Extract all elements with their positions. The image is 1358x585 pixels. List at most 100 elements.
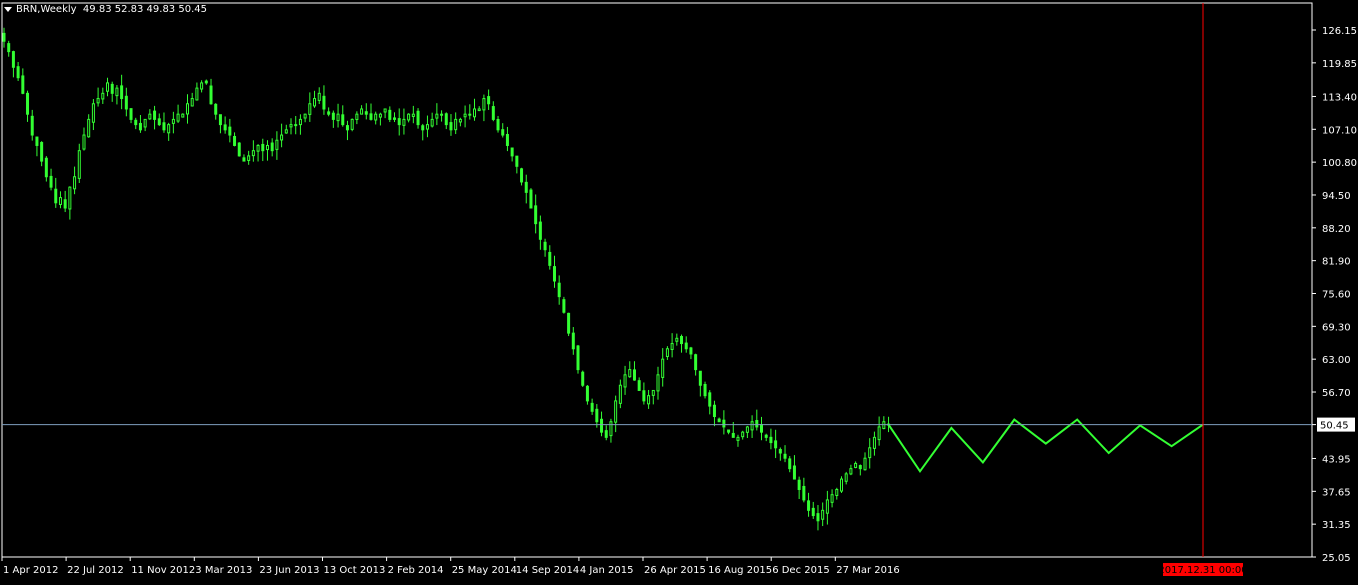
candle-body (661, 358, 665, 378)
candle-body (360, 108, 364, 115)
candle-body (510, 147, 514, 157)
candle-body (769, 436, 773, 444)
candle-body (491, 106, 495, 120)
candle-body (628, 369, 632, 378)
chevron-down-icon[interactable] (4, 6, 12, 12)
candle-body (261, 143, 265, 152)
candle-body (407, 113, 411, 121)
candle-body (797, 479, 801, 490)
candle-body (557, 282, 561, 298)
candle-body (684, 342, 688, 350)
candle-body (538, 221, 542, 240)
time-tick-label: 14 Sep 2014 (516, 565, 579, 576)
candle-body (106, 82, 110, 92)
candle-body (228, 126, 232, 136)
time-tick-label: 2 Feb 2014 (388, 565, 444, 576)
candle-body (534, 205, 538, 225)
candle-body (760, 424, 764, 433)
chart-header: BRN,Weekly 49.83 52.83 49.83 50.45 (4, 4, 207, 15)
candle-body (774, 440, 778, 449)
chart-area[interactable]: 126.15 119.85 113.40 107.10 100.80 94.50 88.20… (0, 0, 1358, 581)
candle-body (858, 465, 862, 470)
candle-body (552, 266, 556, 282)
candle-body (449, 122, 453, 131)
candle-body (374, 113, 378, 121)
price-tick-label: 126.15 (1322, 26, 1357, 37)
candle-body (741, 431, 745, 438)
candle-body (162, 122, 166, 131)
candle-body (280, 134, 284, 141)
candle-body (421, 125, 425, 131)
candle-body (383, 108, 387, 113)
candle-body (341, 114, 345, 126)
candle-body (703, 383, 707, 397)
candle-body (251, 150, 255, 157)
candle-body (435, 113, 439, 119)
price-tick-label: 113.40 (1322, 92, 1357, 103)
candle-body (454, 118, 458, 131)
candle-body (736, 436, 740, 441)
price-tick-label: 119.85 (1322, 59, 1357, 70)
candle-body (134, 119, 138, 126)
candle-body (755, 420, 759, 428)
candle-body (77, 150, 81, 179)
candle-body (849, 468, 853, 475)
candle-body (223, 124, 227, 131)
candle-body (444, 113, 448, 126)
candle-body (430, 118, 434, 127)
candle-body (58, 197, 62, 205)
candle-body (40, 142, 44, 162)
time-tick-label: 3 Mar 2013 (195, 565, 252, 576)
candle-body (393, 117, 397, 120)
time-tick-label: 27 Mar 2016 (836, 565, 899, 576)
candle-body (115, 87, 119, 97)
chart-background (0, 0, 1358, 581)
candle-body (807, 500, 811, 511)
candle-body (350, 118, 354, 130)
candle-body (214, 103, 218, 115)
candle-body (882, 421, 886, 430)
candle-body (416, 110, 420, 126)
candle-body (96, 98, 100, 104)
candle-body (270, 142, 274, 152)
time-tick-label: 4 Jan 2015 (580, 565, 634, 576)
time-tick-label: 13 Oct 2013 (324, 565, 386, 576)
candle-body (143, 118, 147, 128)
candle-body (816, 513, 820, 522)
time-tick-label: 22 Jul 2012 (67, 565, 124, 576)
candle-body (473, 108, 476, 118)
time-tick-label: 1 Apr 2012 (3, 565, 58, 576)
candle-body (609, 421, 613, 437)
candle-body (562, 299, 566, 313)
candle-body (317, 92, 321, 101)
candle-body (308, 103, 312, 115)
candle-body (440, 113, 444, 116)
candle-body (656, 374, 660, 392)
candle-body (73, 176, 77, 190)
candle-body (120, 85, 124, 100)
candle-body (138, 122, 142, 131)
candle-body (425, 124, 429, 130)
candle-body (49, 175, 53, 188)
candle-body (101, 92, 105, 100)
price-tick-label: 81.90 (1322, 257, 1351, 268)
candle-body (218, 114, 222, 126)
candle-body (778, 448, 782, 454)
candle-body (378, 113, 382, 118)
candle-body (402, 118, 406, 126)
candle-body (543, 241, 547, 251)
price-chart[interactable]: 126.15 119.85 113.40 107.10 100.80 94.50 88.20… (0, 0, 1358, 581)
candle-body (369, 113, 373, 120)
candle-body (63, 199, 67, 209)
candle-body (54, 188, 58, 204)
candle-body (26, 92, 30, 115)
time-tick-label: 23 Jun 2013 (259, 565, 319, 576)
candle-body (614, 400, 618, 423)
candle-body (632, 369, 636, 381)
price-tick-label: 88.20 (1322, 224, 1351, 235)
candle-body (529, 189, 533, 209)
candle-body (637, 380, 641, 391)
candle-body (520, 168, 524, 183)
candle-body (792, 465, 796, 480)
candle-body (868, 447, 872, 459)
